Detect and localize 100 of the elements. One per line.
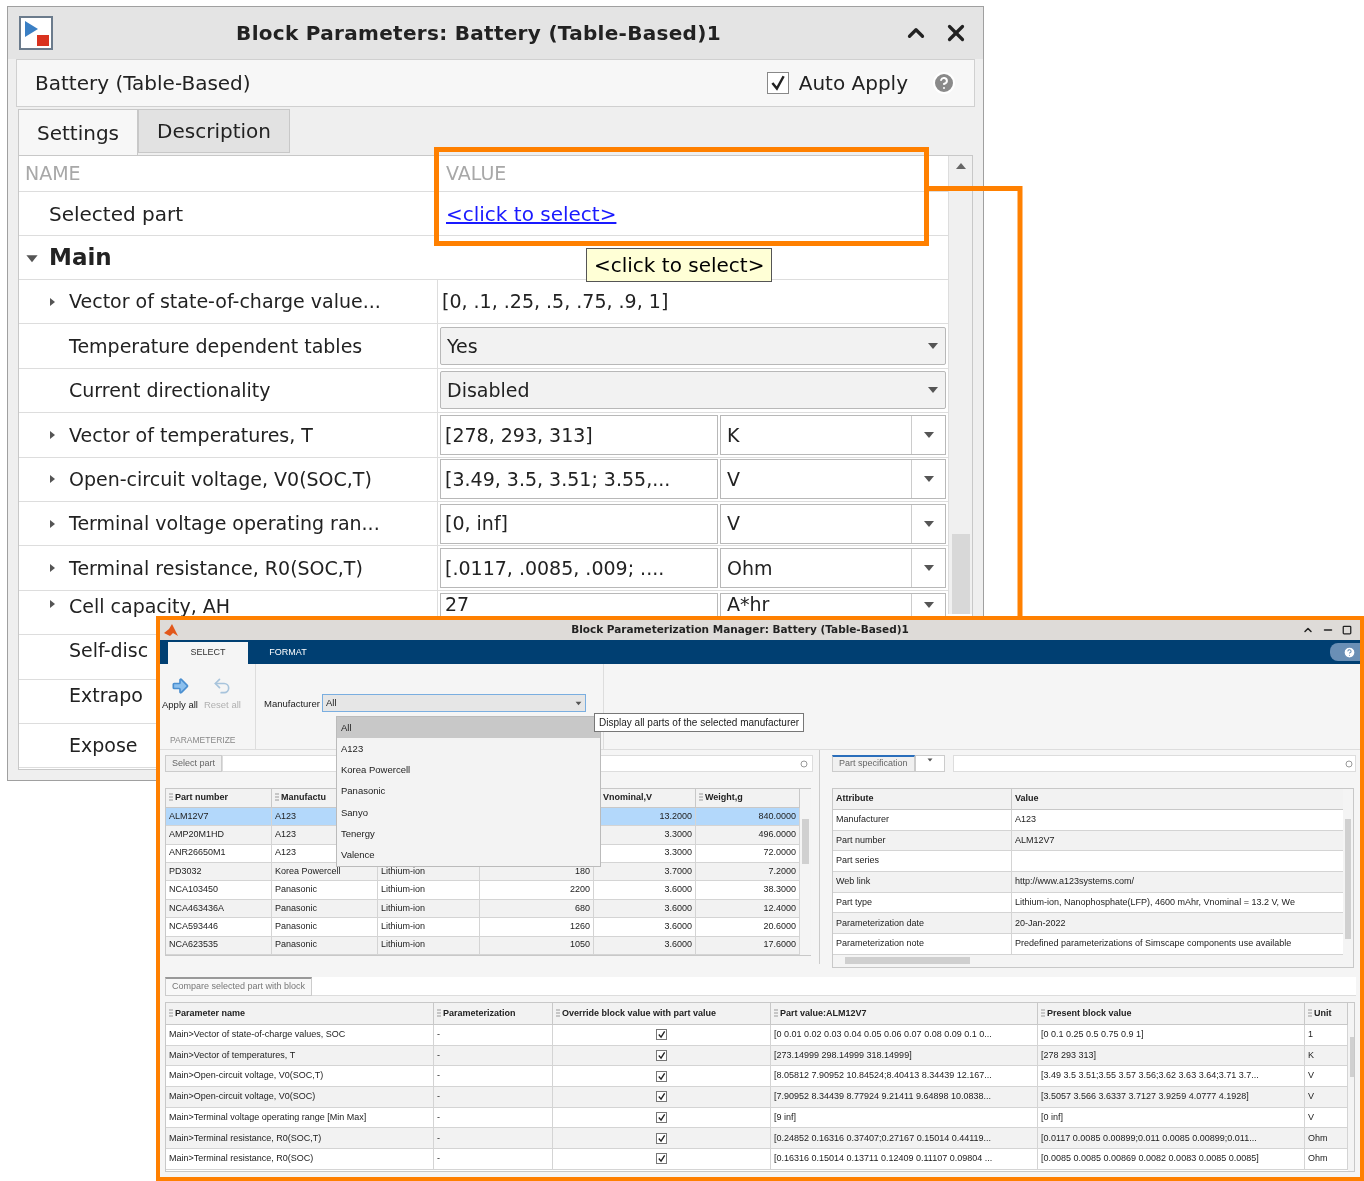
table-cell: Parameterization note [836,937,925,951]
table-cell: 38.3000 [763,883,796,897]
tooltip-text: Display all parts of the selected manufacturer [599,716,800,730]
table-cell: Predefined parameterizations of Simscape components use available [1015,937,1292,951]
table-cell-text: Lithium-ion, Nanophosphate(LFP), 4600 mAhr, Vnominal = 13.2 V, We [1015,895,1295,909]
table-cell: [0 0.1 0.25 0.5 0.75 0.9 1] [1041,1028,1144,1042]
table-cell: http://www.a123systems.com/ [1015,875,1135,889]
table-cell-text: Korea Powercell [275,864,341,878]
manufacturer-label: Manufacturer [264,697,320,711]
table-cell: Lithium-ion [381,883,426,897]
table-cell: Lithium-ion [381,920,426,934]
group-label: Main [49,243,112,273]
table-cell: 3.6000 [664,883,692,897]
table-cell-text: Main>Vector of temperatures, T [169,1048,296,1062]
table-cell: - [437,1028,440,1042]
parameter-label: Extrapo [69,682,143,708]
table-cell-text: A123 [275,809,297,823]
column-header: VALUE [445,161,507,187]
table-cell-text: Main>Terminal resistance, R0(SOC,T) [169,1131,322,1145]
table-cell-text: 180 [574,864,590,878]
table-cell: Lithium-ion [381,938,426,952]
table-cell-text: [273.14999 298.14999 318.14999] [774,1048,912,1062]
table-cell: Web link [836,875,871,889]
table-cell: [0 0.01 0.02 0.03 0.04 0.05 0.06 0.07 0.08 0.09 0.1 0... [774,1028,992,1042]
table-cell-text: Ohm [1308,1131,1328,1145]
parameter-label: Terminal voltage operating ran... [69,511,380,537]
table-cell-text: - [437,1048,440,1062]
parameter-label: Open-circuit voltage, V0(SOC,T) [69,467,372,492]
table-cell-text: - [437,1110,440,1124]
parameter-label: Expose [69,733,138,759]
table-cell-text: Panasonic [275,901,318,915]
table-cell-text: 3.6000 [664,901,692,915]
table-cell-text: K [1308,1048,1314,1062]
table-cell: V [1308,1090,1314,1104]
table-cell: 72.0000 [763,846,796,860]
table-cell: - [437,1090,440,1104]
table-cell-text: NCA463436A [169,901,225,915]
parameter-label: Vector of state-of-charge value... [69,289,381,315]
table-cell: 3.6000 [664,920,692,934]
table-cell: - [437,1069,440,1083]
table-cell: A123 [1015,813,1037,827]
table-cell-text: [0.0117 0.0085 0.00899;0.011 0.0085 0.00899;0.011... [1041,1131,1257,1145]
table-cell-text: Part number [836,833,886,847]
table-cell: [8.05812 7.90952 10.84524;8.40413 8.34439 12.167... [774,1069,992,1083]
row-label: Selected part [48,200,185,228]
checkbox-label: Auto Apply [798,70,908,97]
table-cell-text: [0.24852 0.16316 0.37407;0.27167 0.15014 0.44119... [774,1131,992,1145]
table-cell-text: Lithium-ion [381,864,426,878]
table-cell: [0.0085 0.0085 0.00869 0.0082 0.0083 0.0085 0.0085] [1041,1152,1259,1166]
table-cell: 2200 [569,883,590,897]
parameter-label: Temperature dependent tables [69,333,363,359]
table-cell: Panasonic [275,920,318,934]
table-cell-text: ALM12V7 [169,809,209,823]
table-cell: V [1308,1069,1314,1083]
block-name: Battery (Table-Based) [35,70,252,97]
table-cell: Main>Terminal resistance, R0(SOC) [169,1152,314,1166]
parameter-label: Vector of temperatures, T [69,422,313,448]
table-cell: [7.90952 8.34439 8.77924 9.21411 9.64898 10.0838... [774,1090,992,1104]
table-cell-text: 12.4000 [763,901,796,915]
table-cell-text: 13.2000 [659,809,692,823]
table-cell: 1050 [569,938,590,952]
table-cell: NCA593446 [169,920,219,934]
table-cell: NCA623535 [169,938,219,952]
table-cell-text: 3.7000 [664,864,692,878]
table-cell: 3.3000 [664,828,692,842]
tooltip-text: <click to select> [594,252,765,279]
table-cell: 1260 [569,920,590,934]
table-cell-text: 680 [574,901,590,915]
table-cell: A123 [275,846,297,860]
table-cell: [3.49 3.5 3.51;3.55 3.57 3.56;3.62 3.63 3.64;3.71 3.7... [1041,1069,1259,1083]
table-cell: [3.5057 3.566 3.6337 3.7127 3.9259 4.0777 4.1928] [1041,1090,1249,1104]
table-cell-text: Parameterization date [836,916,925,930]
table-cell-text: Main>Terminal voltage operating range [Min Max] [169,1110,367,1124]
table-cell-text: 7.2000 [768,864,796,878]
table-cell: Main>Open-circuit voltage, V0(SOC) [169,1090,316,1104]
table-cell-text: - [437,1131,440,1145]
table-cell-text: Lithium-ion [381,901,426,915]
table-cell-text: ALM12V7 [1015,833,1055,847]
section-label: PARAMETERIZE [169,734,237,747]
table-cell: Panasonic [275,938,318,952]
table-cell: [0.16316 0.15014 0.13711 0.12409 0.11107 0.09804 ... [774,1152,993,1166]
table-cell: 1 [1308,1028,1313,1042]
table-cell: 17.6000 [763,938,796,952]
table-cell-text: [278 293 313] [1041,1048,1097,1062]
table-cell-text: Part type [836,895,873,909]
parameter-label: Cell capacity, AH [69,593,231,619]
table-cell: 3.3000 [664,846,692,860]
table-cell: Part series [836,854,879,868]
table-cell-text: [0 inf] [1041,1110,1063,1124]
table-cell: Ohm [1308,1152,1328,1166]
column-header: NAME [24,161,82,187]
table-cell-text: [9 inf] [774,1110,796,1124]
table-cell-text: V [1308,1110,1314,1124]
table-cell: - [437,1152,440,1166]
table-cell-text: PD3032 [169,864,202,878]
table-cell: Main>Open-circuit voltage, V0(SOC,T) [169,1069,324,1083]
table-cell: AMP20M1HD [169,828,224,842]
window-title: Block Parameters: Battery (Table-Based)1 [235,20,722,47]
table-cell: NCA103450 [169,883,219,897]
parameter-label: Self-disc [69,638,149,664]
